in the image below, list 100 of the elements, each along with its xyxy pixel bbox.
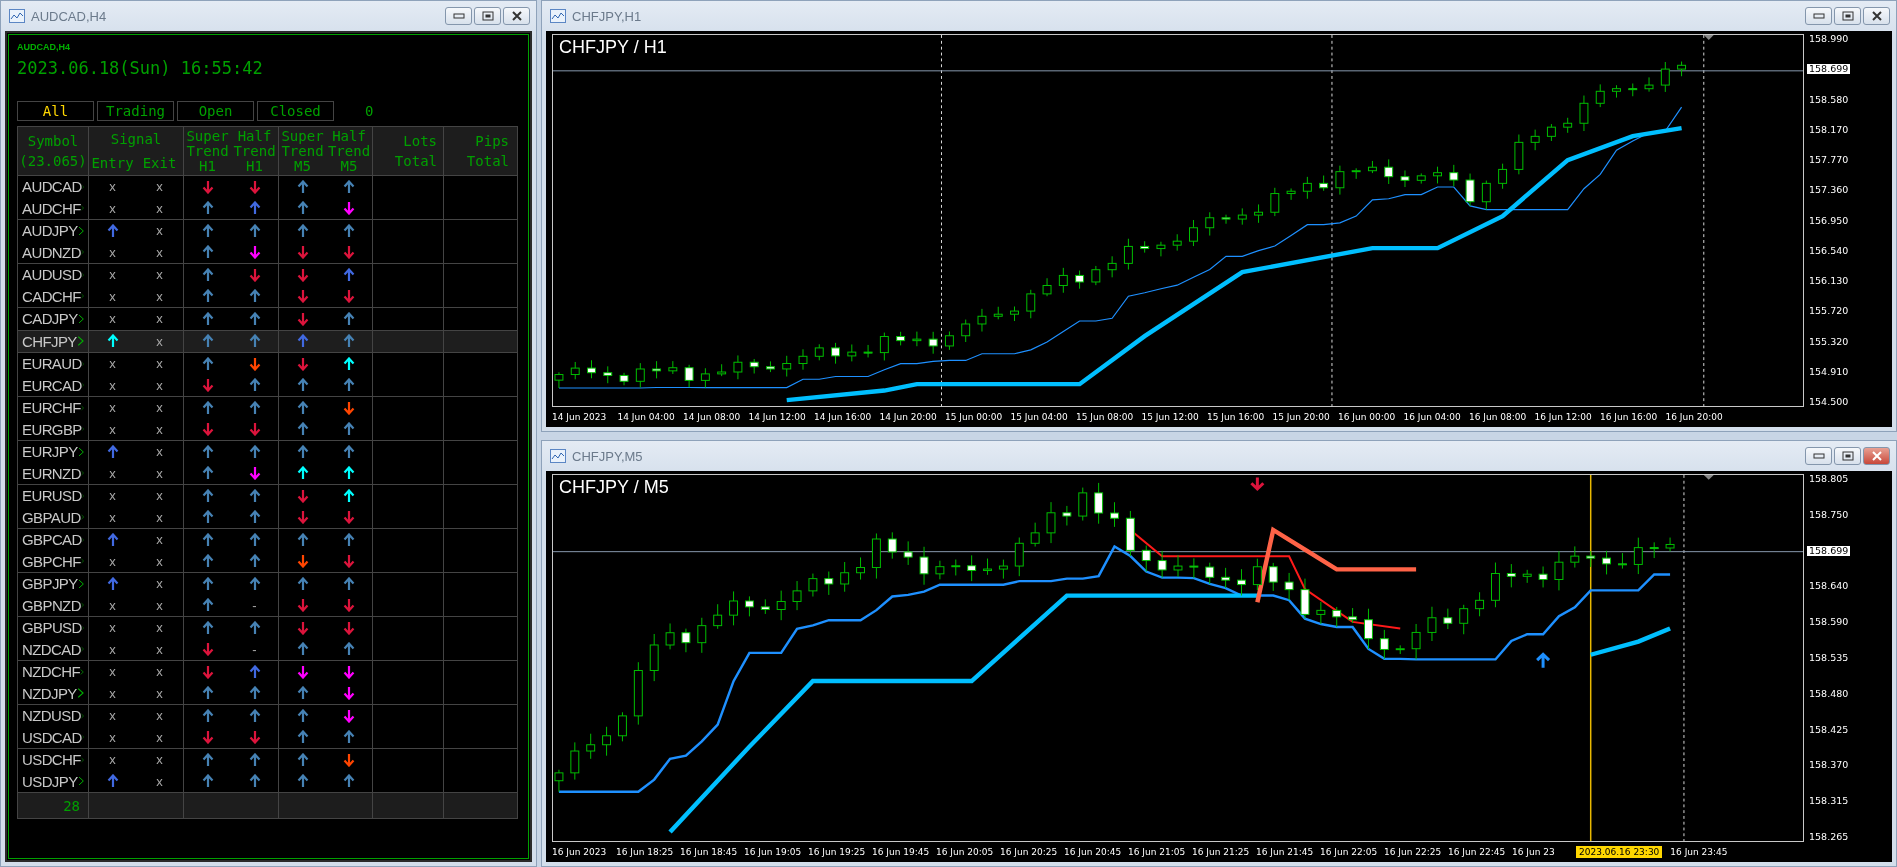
- signal-text: x: [109, 421, 116, 437]
- signal-text: x: [109, 752, 116, 768]
- time-label: 16 Jun 20:00: [1665, 412, 1724, 422]
- column-header: Entry: [91, 155, 134, 171]
- time-label: 14 Jun 2023: [552, 412, 608, 422]
- restore-button[interactable]: [474, 7, 501, 25]
- order-count: 0: [365, 103, 374, 119]
- symbol-name: EURNZD: [22, 464, 81, 482]
- signal-text: x: [109, 356, 116, 372]
- signal-text: x: [156, 532, 163, 548]
- symbol-name: CADJPY: [22, 310, 78, 328]
- column-header: Symbol (23.065): [19, 132, 87, 171]
- time-label: 16 Jun 23: [1512, 847, 1556, 857]
- restore-button[interactable]: [1834, 447, 1861, 465]
- table-row[interactable]: CHFJPY x: [18, 330, 517, 352]
- time-label: 14 Jun 08:00: [683, 412, 742, 422]
- signal-text: x: [109, 685, 116, 701]
- signal-text: x: [109, 664, 116, 680]
- time-label: 16 Jun 22:45: [1448, 847, 1507, 857]
- signal-text: x: [109, 377, 116, 393]
- shift-marker-icon: [1703, 475, 1714, 480]
- chevron-icon[interactable]: [76, 686, 84, 701]
- time-label: 16 Jun 08:00: [1469, 412, 1528, 422]
- symbol-name: CADCHF: [22, 287, 81, 305]
- signal-text: x: [156, 356, 163, 372]
- time-label: 16 Jun 2023: [552, 847, 608, 857]
- filter-tab[interactable]: Open: [177, 101, 254, 121]
- price-label: 158.990: [1808, 34, 1850, 44]
- signal-text: x: [109, 488, 116, 504]
- time-label: 16 Jun 12:00: [1534, 412, 1593, 422]
- minimize-button[interactable]: [445, 7, 472, 25]
- signal-text: x: [109, 288, 116, 304]
- symbol-name: GBPUSD: [22, 619, 82, 637]
- column-header: Half Trend H1: [233, 128, 276, 174]
- signal-text: x: [156, 553, 163, 569]
- price-label: 155.720: [1808, 306, 1850, 317]
- symbol-name: AUDNZD: [22, 243, 81, 261]
- signal-text: x: [156, 488, 163, 504]
- signal-text: x: [109, 708, 116, 724]
- signal-text: x: [156, 377, 163, 393]
- price-label: 156.540: [1808, 245, 1850, 256]
- signal-text: x: [156, 597, 163, 613]
- time-label: 16 Jun 21:45: [1256, 847, 1315, 857]
- signal-text: x: [156, 421, 163, 437]
- signal-text: x: [156, 288, 163, 304]
- time-label: 16 Jun 23:45: [1670, 847, 1729, 857]
- signal-text: x: [156, 773, 163, 789]
- price-label: 158.170: [1808, 124, 1850, 135]
- window-title: AUDCAD,H4: [31, 8, 108, 24]
- symbol-name: NZDJPY: [22, 684, 77, 702]
- signal-text: x: [109, 311, 116, 327]
- time-label: 16 Jun 00:00: [1338, 412, 1397, 422]
- signal-text: x: [156, 200, 163, 216]
- restore-button[interactable]: [1834, 7, 1861, 25]
- cursor-time-label: 2023.06.16 23:30: [1576, 846, 1663, 858]
- signal-text: -: [252, 597, 257, 613]
- close-icon: [510, 11, 523, 21]
- time-label: 15 Jun 08:00: [1076, 412, 1135, 422]
- price-label: 154.910: [1808, 366, 1850, 377]
- chart-icon: [550, 449, 566, 463]
- signal-arrow-icon: [1535, 652, 1551, 670]
- chevron-icon[interactable]: [76, 334, 84, 349]
- signal-text: x: [109, 465, 116, 481]
- symbol-name: NZDUSD: [22, 707, 81, 725]
- filter-tab[interactable]: Trading: [97, 101, 174, 121]
- price-label: 158.590: [1808, 617, 1850, 628]
- close-icon: [1870, 451, 1883, 461]
- symbol-name: GBPAUD: [22, 508, 81, 526]
- column-header: Half Trend M5: [327, 128, 371, 174]
- column-header: Super Trend M5: [281, 128, 324, 174]
- date-time: 2023.06.18(Sun) 16:55:42: [17, 58, 263, 78]
- symbol-name: NZDCAD: [22, 640, 81, 658]
- column-header: Lots Total: [394, 132, 437, 171]
- price-label: 154.500: [1808, 397, 1850, 407]
- close-button[interactable]: [503, 7, 530, 25]
- signal-text: x: [109, 597, 116, 613]
- column-header: Super Trend H1: [186, 128, 229, 174]
- time-label: 16 Jun 21:05: [1128, 847, 1187, 857]
- time-label: 16 Jun 22:25: [1384, 847, 1443, 857]
- time-label: 16 Jun 20:25: [1000, 847, 1059, 857]
- signal-text: x: [156, 752, 163, 768]
- signal-text: x: [109, 620, 116, 636]
- symbol-name: AUDCAD: [22, 178, 82, 196]
- filter-tab[interactable]: All: [17, 101, 94, 121]
- time-label: 16 Jun 16:00: [1600, 412, 1659, 422]
- window-title: CHFJPY,H1: [572, 8, 643, 24]
- price-label: 157.360: [1808, 185, 1850, 196]
- price-label: 158.750: [1808, 509, 1850, 520]
- minimize-button[interactable]: [1805, 447, 1832, 465]
- column-header: Exit: [142, 155, 177, 171]
- close-button[interactable]: [1863, 7, 1890, 25]
- shift-marker-icon: [1703, 35, 1714, 40]
- symbol-name: EURUSD: [22, 487, 82, 505]
- chart-icon: [9, 9, 25, 23]
- signal-text: x: [156, 576, 163, 592]
- symbol-name: USDCHF: [22, 751, 81, 769]
- price-label: 158.535: [1808, 653, 1850, 663]
- minimize-button[interactable]: [1805, 7, 1832, 25]
- symbol-name: AUDJPY: [22, 222, 78, 240]
- filter-tab[interactable]: Closed: [257, 101, 334, 121]
